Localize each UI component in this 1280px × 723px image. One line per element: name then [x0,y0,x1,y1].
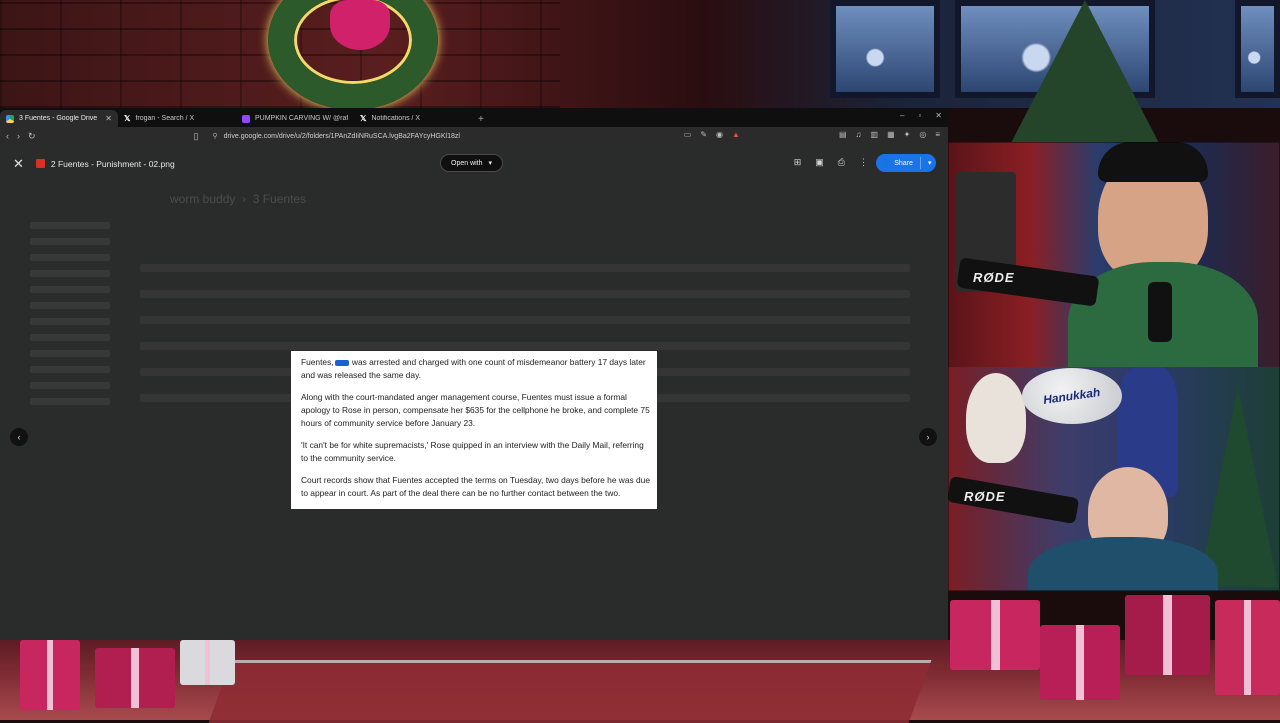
tab-label: 3 Fuentes - Google Drive [19,115,98,122]
article-paragraph: Along with the court-mandated anger mana… [301,392,650,428]
tab-label: frogan - Search / X [135,115,195,122]
browser-window: 3 Fuentes - Google Drive ✕ 𝕏 frogan - Se… [0,108,948,640]
open-with-button[interactable]: Open with ▾ [440,154,504,172]
bookmark-icon[interactable]: ▯ [194,131,199,142]
site-info-icon[interactable]: ⚲ [213,132,218,140]
vpn-icon[interactable]: ◎ [919,130,926,139]
tab-strip: 3 Fuentes - Google Drive ✕ 𝕏 frogan - Se… [0,108,948,127]
article-paragraph: Court records show that Fuentes accepted… [301,475,650,498]
gift-box [950,600,1040,670]
gift-box [20,640,80,710]
url-text: drive.google.com/drive/u/2/folders/1PAnZ… [223,132,460,140]
paragraph-text: was arrested and charged with one count … [301,357,646,380]
share-label: Share [894,159,913,167]
file-name: 2 Fuentes - Punishment - 02.png [50,158,175,169]
new-tab-icon[interactable]: + [478,114,484,125]
caret-down-icon[interactable]: ▾ [928,159,932,167]
more-options-icon[interactable]: ⋮ [859,157,868,168]
library-icon[interactable]: ♫ [856,130,862,139]
caret-down-icon: ▾ [488,160,493,167]
close-window-icon[interactable]: ✕ [935,111,942,120]
close-viewer-icon[interactable]: ✕ [13,156,24,172]
people-icon: 👤 [880,160,890,167]
gift-box [1215,600,1280,695]
breadcrumb-current: 3 Fuentes [252,192,307,206]
file-row [140,264,910,272]
stream-backdrop-top [0,0,1280,145]
wreath-bow [330,0,390,50]
google-drive-icon [6,114,14,123]
viewer-header: ✕ 2 Fuentes - Punishment - 02.png Open w… [0,145,948,182]
webcam-frame [948,142,1280,591]
article-paragraph: Fuentes, was arrested and charged with o… [301,356,651,382]
wallet-icon[interactable]: ▦ [887,130,895,139]
reload-icon[interactable]: ↻ [28,131,36,142]
tab-x-search[interactable]: 𝕏 frogan - Search / X [118,110,236,127]
file-row [140,290,910,298]
previous-file-icon[interactable]: ‹ [10,428,28,446]
x-icon: 𝕏 [360,113,367,123]
drive-file-viewer: worm buddy › 3 Fuentes ✕ 2 Fuentes - Pun… [0,145,948,640]
snowy-window-left [830,0,940,98]
tab-label: Notifications / X [371,115,421,122]
tab-google-drive[interactable]: 3 Fuentes - Google Drive ✕ [0,110,118,127]
viewer-actions: ⊞ ▣ ⎙ ⋮ [794,157,868,168]
previewed-image: Fuentes, was arrested and charged with o… [291,351,657,509]
snowy-window-right [1235,0,1280,98]
redaction-mark [334,359,349,366]
file-row [140,342,910,350]
open-with-label: Open with [451,159,483,167]
alert-icon[interactable]: ▲ [732,130,740,139]
gift-box [1125,595,1210,675]
minimize-icon[interactable]: – [900,111,904,120]
window-controls: – ▫ ✕ [900,111,942,120]
gift-box [1040,625,1120,700]
reading-list-icon[interactable]: ▤ [839,130,847,139]
sidebar-icon[interactable]: ▥ [871,130,879,139]
image-file-icon [35,159,45,168]
extension-icon[interactable]: ◉ [716,130,723,139]
x-icon: 𝕏 [124,113,131,123]
back-arrow-icon[interactable]: ‹ [6,131,9,141]
christmas-tree [1010,0,1160,145]
drive-sidebar [30,222,110,414]
rug [208,660,932,723]
screen-icon[interactable]: ▭ [684,130,692,139]
browser-toolbar: ‹ › ↻ ▯ ⚲ drive.google.com/drive/u/2/fol… [0,127,948,145]
toolbar-actions: ▭ ✎ ◉ ▲ ▤ ♫ ▥ ▦ ✦ ◎ ≡ [684,130,940,139]
file-row [140,316,910,324]
forward-arrow-icon[interactable]: › [17,131,20,141]
tab-twitch[interactable]: PUMPKIN CARVING W/ @raffoultic [236,110,354,127]
share-button[interactable]: 👤 Share ▾ [876,154,936,172]
gift-box [180,640,235,685]
next-file-icon[interactable]: › [919,428,937,446]
puzzle-icon[interactable]: ✦ [904,130,911,139]
tab-x-notifications[interactable]: 𝕏 Notifications / X [354,110,472,127]
twitch-icon [242,114,250,123]
menu-icon[interactable]: ≡ [935,130,940,139]
article-paragraph: 'It can't be for white supremacists,' Ro… [301,440,644,463]
gift-box [95,648,175,708]
breadcrumb: worm buddy › 3 Fuentes [170,192,307,206]
address-bar[interactable]: ⚲ drive.google.com/drive/u/2/folders/1PA… [213,132,460,141]
maximize-icon[interactable]: ▫ [918,111,921,120]
comment-icon[interactable]: ▣ [815,157,824,168]
paragraph-text: Fuentes, [301,357,334,367]
add-to-drive-icon[interactable]: ⊞ [794,157,802,168]
print-icon[interactable]: ⎙ [838,157,845,168]
tab-label: PUMPKIN CARVING W/ @raffoultic [255,115,348,122]
breadcrumb-parent: worm buddy [170,192,236,206]
edit-icon[interactable]: ✎ [700,130,707,139]
divider [919,157,921,169]
close-icon[interactable]: ✕ [105,114,112,123]
